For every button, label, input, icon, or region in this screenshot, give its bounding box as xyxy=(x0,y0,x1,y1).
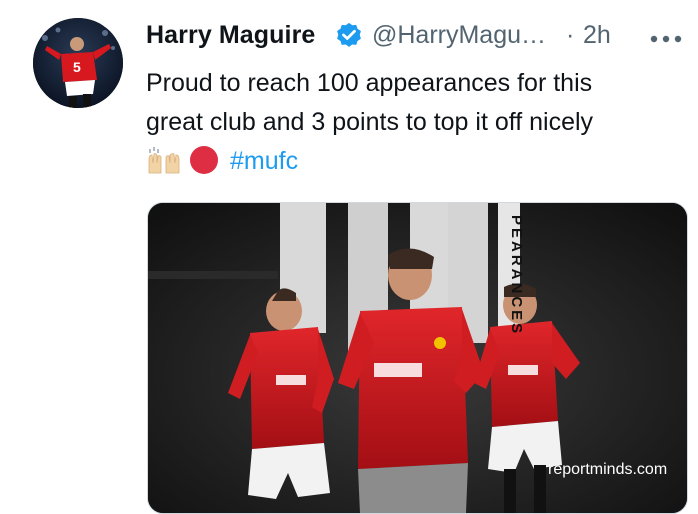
media-appearances-text: PEARANCES xyxy=(508,215,525,337)
display-name[interactable]: Harry Maguire xyxy=(146,21,315,50)
tweet-card[interactable]: 5 Harry Maguire @HarryMagu… · 2h Proud t… xyxy=(0,0,698,514)
timestamp[interactable]: 2h xyxy=(583,21,611,50)
tweet-text-line-1: Proud to reach 100 appearances for this xyxy=(146,69,593,97)
tweet-text-line-3: #mufc xyxy=(146,142,686,187)
raising-hands-emoji xyxy=(146,145,182,187)
more-options-icon[interactable] xyxy=(649,31,685,43)
tweet-text-line-2: great club and 3 points to top it off ni… xyxy=(146,108,594,136)
media-image[interactable]: PEARANCES reportminds.com xyxy=(147,202,688,514)
tweet-header: Harry Maguire @HarryMagu… · 2h xyxy=(146,17,686,57)
svg-text:5: 5 xyxy=(73,59,81,75)
avatar[interactable]: 5 xyxy=(33,18,123,108)
media-watermark: reportminds.com xyxy=(548,461,668,478)
red-circle-emoji xyxy=(188,145,220,187)
tweet-text: Proud to reach 100 appearances for this … xyxy=(146,64,686,187)
handle[interactable]: @HarryMagu… xyxy=(372,21,562,50)
separator-dot: · xyxy=(566,21,575,49)
verified-badge-icon xyxy=(334,21,364,51)
hashtag-link[interactable]: #mufc xyxy=(230,147,298,175)
